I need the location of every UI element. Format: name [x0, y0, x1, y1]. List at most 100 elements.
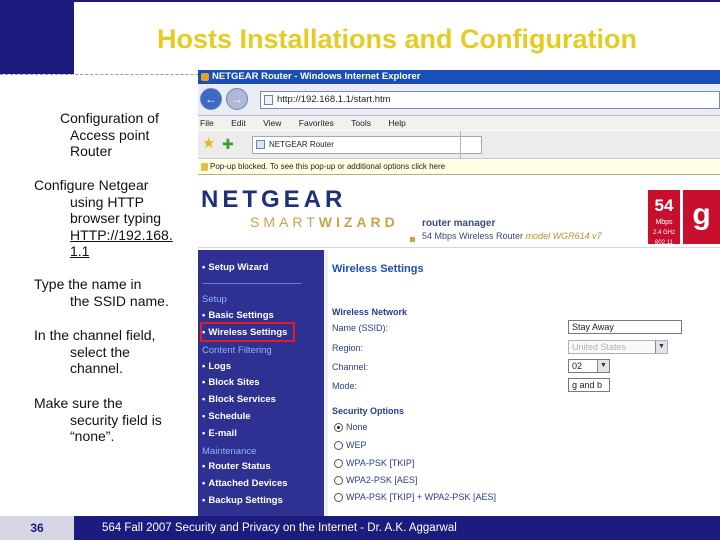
radio-wpa-psk[interactable]	[334, 459, 343, 468]
note-text: Configuration of	[60, 110, 159, 126]
nav-router-status[interactable]: Router Status	[202, 461, 270, 472]
menu-tools[interactable]: Tools	[351, 118, 371, 128]
nav-block-services[interactable]: Block Services	[202, 394, 276, 405]
model-line: 54 Mbps Wireless Router model WGR614 v7	[422, 231, 602, 241]
shield-icon	[201, 163, 208, 171]
note-ssid: Type the name in the SSID name.	[34, 276, 194, 309]
back-button[interactable]: ←	[200, 88, 222, 110]
note-text: Make sure the	[34, 395, 123, 411]
note-channel: In the channel field, select the channel…	[34, 327, 194, 377]
browser-tab[interactable]: NETGEAR Router	[252, 136, 482, 154]
tab-bar: ★ ✚ NETGEAR Router	[198, 131, 720, 159]
note-text: Configure Netgear	[34, 177, 149, 193]
note-text: “none”.	[70, 428, 115, 444]
menu-view[interactable]: View	[263, 118, 281, 128]
radio-wpa2-psk[interactable]	[334, 476, 343, 485]
nav-header-setup: Setup	[202, 294, 227, 305]
infobar-text: Pop-up blocked. To see this pop-up or ad…	[210, 162, 446, 171]
nav-header-maintenance: Maintenance	[202, 446, 257, 457]
security-options-label: Security Options	[332, 406, 405, 416]
nav-separator	[202, 283, 302, 284]
badge-unit: Mbps	[655, 219, 673, 226]
note-security: Make sure the security field is “none”.	[34, 395, 194, 445]
note-configure: Configure Netgear using HTTP browser typ…	[34, 177, 194, 260]
router-url-end: 1.1	[70, 243, 90, 259]
menu-bar: File Edit View Favorites Tools Help	[198, 116, 720, 130]
radio-label-none: None	[346, 422, 368, 432]
router-manager-label: router manager	[422, 218, 496, 229]
note-text: using HTTP	[70, 193, 144, 210]
forward-button[interactable]: →	[226, 88, 248, 110]
wireless-network-label: Wireless Network	[332, 307, 407, 317]
menu-file[interactable]: File	[200, 118, 214, 128]
badge-band: 2.4 GHz	[652, 230, 675, 236]
netgear-logo: NETGEAR	[201, 186, 347, 213]
slide: Hosts Installations and Configuration Co…	[0, 0, 720, 540]
note-text: channel.	[70, 360, 123, 376]
address-text: http://192.168.1.1/start.htm	[277, 94, 391, 105]
note-text: Type the name in	[34, 276, 142, 292]
ie-logo-icon	[201, 73, 209, 81]
radio-none[interactable]	[334, 423, 343, 432]
lock-icon	[410, 237, 415, 242]
region-value: United States	[572, 342, 627, 352]
note-text: select the	[70, 343, 130, 360]
channel-label: Channel:	[332, 362, 369, 372]
nav-attached-devices[interactable]: Attached Devices	[202, 478, 287, 489]
ssid-input[interactable]: Stay Away	[568, 320, 682, 334]
nav-logs[interactable]: Logs	[202, 361, 231, 372]
nav-basic-settings[interactable]: Basic Settings	[202, 310, 273, 321]
corner-block	[0, 0, 74, 74]
channel-select[interactable]: 02 ▼	[568, 359, 610, 373]
wireless-settings-panel: Wireless Settings Wireless Network Name …	[328, 250, 720, 516]
panel-heading: Wireless Settings	[332, 263, 424, 275]
note-text: browser typing	[70, 210, 162, 226]
radio-label-wpa-psk: WPA-PSK [TKIP]	[346, 458, 415, 468]
speed-badge: 54 Mbps 2.4 GHz 802.11	[648, 190, 680, 246]
tab-separator	[460, 131, 466, 159]
region-select[interactable]: United States ▼	[568, 340, 668, 354]
window-titlebar: NETGEAR Router - Windows Internet Explor…	[198, 70, 720, 84]
radio-mixed[interactable]	[334, 493, 343, 502]
menu-edit[interactable]: Edit	[231, 118, 246, 128]
smartwizard-logo: SMARTWIZARD	[250, 214, 399, 230]
mode-value: g and b	[572, 380, 603, 390]
note-text: Router	[70, 143, 113, 159]
favorites-star-icon[interactable]: ★	[202, 136, 215, 152]
nav-schedule[interactable]: Schedule	[202, 411, 250, 422]
router-nav: Setup Wizard Setup Basic Settings Wirele…	[198, 250, 324, 516]
badge-standard: 802.11	[655, 240, 673, 246]
highlight-box	[200, 322, 295, 342]
nav-email[interactable]: E-mail	[202, 428, 237, 439]
nav-header-content-filtering: Content Filtering	[202, 345, 272, 356]
ssid-label: Name (SSID):	[332, 323, 389, 333]
note-text: the SSID name.	[70, 292, 169, 309]
note-access-point: Configuration of Access point Router	[60, 110, 196, 160]
g-badge: g	[683, 190, 720, 244]
channel-value: 02	[572, 361, 583, 371]
note-text: security field is	[70, 411, 162, 428]
menu-favorites[interactable]: Favorites	[299, 118, 334, 128]
model-id: model WGR614 v7	[525, 231, 602, 241]
address-bar[interactable]: http://192.168.1.1/start.htm	[260, 91, 720, 109]
wizard-text: WIZARD	[318, 214, 399, 230]
chevron-down-icon: ▼	[655, 341, 667, 353]
tab-title: NETGEAR Router	[269, 140, 334, 149]
nav-setup-wizard[interactable]: Setup Wizard	[202, 262, 268, 273]
router-header: NETGEAR SMARTWIZARD router manager 54 Mb…	[198, 176, 720, 248]
radio-wep[interactable]	[334, 441, 343, 450]
region-label: Region:	[332, 343, 364, 353]
nav-block-sites[interactable]: Block Sites	[202, 377, 259, 388]
smart-text: SMART	[250, 214, 319, 230]
add-favorites-icon[interactable]: ✚	[222, 136, 234, 152]
tab-page-icon	[256, 140, 265, 149]
note-text: Access point	[70, 126, 150, 143]
radio-label-mixed: WPA-PSK [TKIP] + WPA2-PSK [AES]	[346, 492, 496, 502]
badge-speed: 54	[654, 196, 674, 215]
page-number: 36	[0, 516, 74, 540]
menu-help[interactable]: Help	[388, 118, 405, 128]
nav-backup-settings[interactable]: Backup Settings	[202, 495, 282, 506]
mode-select[interactable]: g and b	[568, 378, 610, 392]
popup-infobar[interactable]: Pop-up blocked. To see this pop-up or ad…	[198, 160, 720, 175]
address-row: ← → http://192.168.1.1/start.htm	[198, 84, 720, 116]
